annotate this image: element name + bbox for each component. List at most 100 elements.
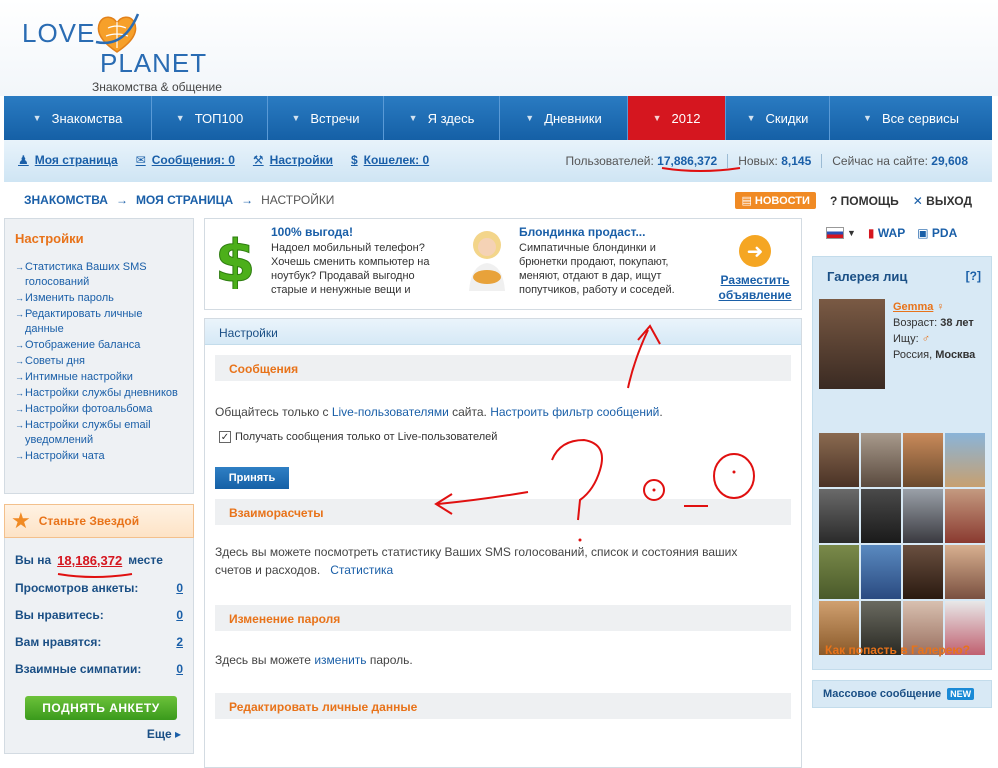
right-sidebar: ▼ ▮ WAP ▣ PDA Галерея лиц [?] Gemma ♀ Во… (812, 218, 992, 708)
nav-item-vse-servisy[interactable]: ▼ Все сервисы (830, 96, 992, 140)
live-only-checkbox[interactable]: ✓ (219, 431, 231, 443)
breadcrumb: ЗНАКОМСТВА → МОЯ СТРАНИЦА → НАСТРОЙКИ (24, 193, 334, 207)
live-users-link[interactable]: Live-пользователями (332, 405, 449, 419)
gallery-title: Галерея лиц (827, 269, 908, 284)
sidebar-item-sms-stats[interactable]: Статистика Ваших SMS голосований (15, 260, 183, 290)
wrench-icon: ⚒ (252, 153, 264, 167)
gallery-thumb[interactable] (945, 433, 985, 487)
profile-name-link[interactable]: Gemma (893, 301, 933, 313)
gallery-thumb[interactable] (819, 433, 859, 487)
my-page-link[interactable]: ♟ Моя страница (18, 153, 118, 167)
breadcrumb-znakomstva[interactable]: ЗНАКОМСТВА (24, 193, 108, 207)
main-content: $ 100% выгода! Надоел мобильный телефон?… (204, 218, 802, 768)
new-badge: NEW (947, 688, 975, 700)
triangle-down-icon: ▼ (652, 113, 662, 123)
triangle-down-icon: ▼ (408, 113, 418, 123)
arrow-right-icon: → (115, 193, 128, 207)
sidebar-item-tips[interactable]: Советы дня (15, 354, 183, 369)
gallery-thumb[interactable] (903, 433, 943, 487)
triangle-down-icon: ▼ (525, 113, 535, 123)
sidebar-item-diary[interactable]: Настройки службы дневников (15, 386, 183, 401)
male-icon: ♂ (921, 333, 930, 345)
message-icon: ✉ (135, 153, 146, 167)
gallery-thumb[interactable] (861, 545, 901, 599)
sub-toolbar: ♟ Моя страница ✉ Сообщения: 0 ⚒ Настройки $… (4, 140, 992, 182)
exit-link[interactable]: ✕ ВЫХОД (913, 194, 972, 208)
nav-item-skidki[interactable]: ▼ Скидки (726, 96, 830, 140)
ads-block: $ 100% выгода! Надоел мобильный телефон?… (204, 218, 802, 310)
messages-link[interactable]: ✉ Сообщения: 0 (136, 153, 235, 167)
nav-item-znakomstva[interactable]: ▼ Знакомства (4, 96, 152, 140)
gallery-join-link[interactable]: Как попасть в Галерею? (825, 643, 970, 657)
online-count: Сейчас на сайте: 29,608 (821, 154, 978, 168)
female-icon: ♀ (936, 301, 945, 313)
more-link[interactable]: Еще ▸ (147, 727, 181, 741)
nav-item-vstrechi[interactable]: ▼ Встречи (268, 96, 384, 140)
raise-profile-button[interactable]: ПОДНЯТЬ АНКЕТУ (25, 696, 177, 720)
question-icon: ? (829, 193, 841, 208)
top-right-links: ▤ НОВОСТИ ? ПОМОЩЬ ✕ ВЫХОД (735, 192, 972, 209)
help-link[interactable]: ? ПОМОЩЬ (830, 194, 899, 208)
sidebar-item-change-password[interactable]: Изменить пароль (15, 291, 183, 306)
phone-icon: ▮ (867, 226, 875, 240)
close-icon: ✕ (912, 193, 927, 208)
site-logo[interactable]: LOVE PLANET Знакомства & общение (20, 6, 250, 94)
become-star-banner[interactable]: ★ Станьте Звездой (4, 504, 194, 538)
nav-item-ya-zdes[interactable]: ▼ Я здесь (384, 96, 500, 140)
sidebar-item-edit-personal[interactable]: Редактировать личные данные (15, 307, 183, 337)
nav-item-dnevniki[interactable]: ▼ Дневники (500, 96, 628, 140)
gallery-thumb[interactable] (819, 545, 859, 599)
left-sidebar: Настройки Статистика Ваших SMS голосован… (4, 218, 194, 754)
language-select[interactable]: ▼ (826, 227, 856, 239)
live-only-checkbox-row: ✓ Получать сообщения только от Live-поль… (219, 431, 498, 443)
ad-profit[interactable]: 100% выгода! Надоел мобильный телефон? Х… (271, 225, 437, 297)
accept-button[interactable]: Принять (215, 467, 289, 489)
ad-blonde[interactable]: Блондинка продаст... Симпатичные блондин… (519, 225, 689, 297)
rating-box: Вы на 18,186,372 месте Просмотров анкеты… (4, 538, 194, 754)
message-filter-link[interactable]: Настроить фильтр сообщений (490, 405, 659, 419)
place-number[interactable]: 18,186,372 (57, 553, 122, 568)
gallery-thumb[interactable] (945, 489, 985, 543)
section-password-title: Изменение пароля (215, 605, 791, 631)
wap-link[interactable]: ▮ WAP (868, 226, 905, 240)
section-password-text: Здесь вы можете изменить пароль. (215, 653, 413, 667)
featured-photo[interactable] (819, 299, 885, 389)
sidebar-item-balance[interactable]: Отображение баланса (15, 338, 183, 353)
svg-text:$: $ (215, 229, 255, 289)
gallery-thumb[interactable] (861, 433, 901, 487)
gallery-thumb[interactable] (903, 545, 943, 599)
sidebar-item-intimate[interactable]: Интимные настройки (15, 370, 183, 385)
stat-row-liked: Вы нравитесь: 0 (15, 607, 183, 622)
statistics-link[interactable]: Статистика (330, 563, 393, 577)
gallery-thumb[interactable] (861, 489, 901, 543)
sidebar-item-email[interactable]: Настройки службы email уведомлений (15, 418, 183, 448)
section-messages-title: Сообщения (215, 355, 791, 381)
dollar-icon: $ (350, 153, 358, 167)
settings-menu: Настройки Статистика Ваших SMS голосован… (4, 218, 194, 494)
triangle-down-icon: ▼ (175, 113, 185, 123)
settings-link[interactable]: ⚒ Настройки (253, 153, 333, 167)
gallery-thumb[interactable] (819, 489, 859, 543)
triangle-down-icon: ▼ (291, 113, 301, 123)
gallery-thumb[interactable] (903, 489, 943, 543)
stat-row-views: Просмотров анкеты: 0 (15, 580, 183, 595)
pda-link[interactable]: ▣ PDA (917, 226, 957, 240)
arrow-right-icon: → (241, 193, 254, 207)
settings-panel: Настройки Сообщения Общайтесь только с L… (204, 318, 802, 768)
russian-flag-icon (826, 227, 844, 239)
change-password-link[interactable]: изменить (314, 653, 366, 667)
section-payments-title: Взаиморасчеты (215, 499, 791, 525)
news-icon: ▤ (741, 195, 755, 207)
sidebar-item-photoalbum[interactable]: Настройки фотоальбома (15, 402, 183, 417)
nav-item-top100[interactable]: ▼ ТОП100 (152, 96, 268, 140)
news-button[interactable]: ▤ НОВОСТИ (735, 192, 816, 209)
place-ad-link[interactable]: ➜ Разместить объявление (715, 235, 795, 303)
tab-settings[interactable]: Настройки (205, 319, 801, 345)
gallery-thumb[interactable] (945, 545, 985, 599)
sidebar-item-chat[interactable]: Настройки чата (15, 449, 183, 464)
nav-item-2012[interactable]: ▼ 2012 (628, 96, 726, 140)
mass-message-link[interactable]: Массовое сообщение NEW (812, 680, 992, 708)
gallery-help-link[interactable]: [?] (966, 269, 981, 283)
wallet-link[interactable]: $ Кошелек: 0 (351, 153, 429, 167)
breadcrumb-my-page[interactable]: МОЯ СТРАНИЦА (136, 193, 233, 207)
